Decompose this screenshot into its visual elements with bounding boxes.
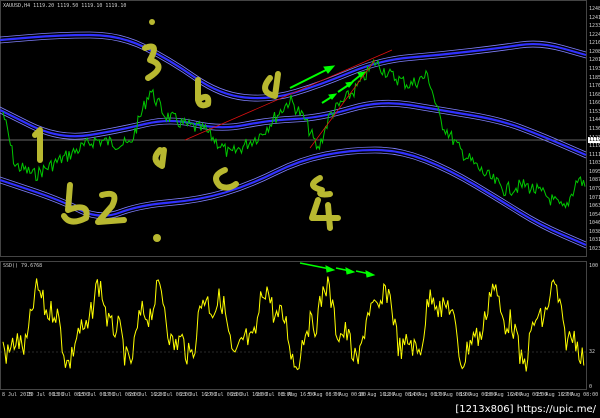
price-axis-label: 1136 bbox=[589, 126, 600, 132]
price-axis-label: 1201 bbox=[589, 57, 600, 64]
price-axis-label: 1241 bbox=[589, 14, 600, 21]
price-axis-label: 1248 bbox=[589, 6, 600, 12]
price-axis-label: 1185 bbox=[589, 74, 600, 81]
annotation-dot bbox=[153, 234, 161, 242]
symbol-header: XAUUSD,H4 1119.20 1119.50 1119.10 1119.1… bbox=[3, 3, 127, 9]
price-axis-label: 1224 bbox=[589, 31, 600, 38]
price-axis-label: 1023 bbox=[589, 246, 600, 252]
price-axis-label: 1216 bbox=[589, 40, 600, 47]
indicator-axis-label: 0 bbox=[589, 384, 593, 390]
indicator-axis-label: 32 bbox=[589, 349, 596, 355]
chart-canvas[interactable] bbox=[0, 0, 600, 418]
price-axis-label: 1208 bbox=[589, 48, 600, 55]
price-axis-label: 1111 bbox=[589, 151, 600, 158]
price-axis-label: 1038 bbox=[589, 228, 600, 235]
price-axis-label: 1193 bbox=[589, 66, 600, 72]
price-axis-label: 1233 bbox=[589, 23, 600, 30]
indicator-axis-label: 100 bbox=[589, 263, 599, 269]
watermark: [1213x806] https://upic.me/ bbox=[453, 403, 598, 416]
price-axis-label: 1095 bbox=[589, 168, 600, 175]
price-axis-label: 1054 bbox=[589, 211, 600, 218]
price-axis-label: 1160 bbox=[589, 100, 600, 107]
price-axis-label: 1176 bbox=[589, 83, 600, 90]
price-axis-label: 1168 bbox=[589, 91, 600, 98]
time-axis-label: 27 Aug 08:00 bbox=[562, 392, 599, 398]
current-price-tag: 1119 bbox=[588, 137, 600, 143]
price-axis-label: 1063 bbox=[589, 203, 600, 210]
indicator-header: SSD() 79.6768 bbox=[3, 263, 43, 269]
annotation-dot bbox=[149, 19, 155, 25]
price-axis-label: 1119 bbox=[589, 143, 600, 150]
price-axis-label: 1071 bbox=[589, 194, 600, 201]
price-axis-label: 1031 bbox=[589, 237, 600, 244]
price-axis-label: 1087 bbox=[589, 177, 600, 184]
price-axis-label: 1153 bbox=[589, 108, 600, 115]
price-axis-label: 1079 bbox=[589, 186, 600, 192]
price-axis-label: 1144 bbox=[589, 117, 600, 124]
price-axis-label: 1103 bbox=[589, 160, 600, 167]
price-axis-label: 1046 bbox=[589, 220, 600, 227]
